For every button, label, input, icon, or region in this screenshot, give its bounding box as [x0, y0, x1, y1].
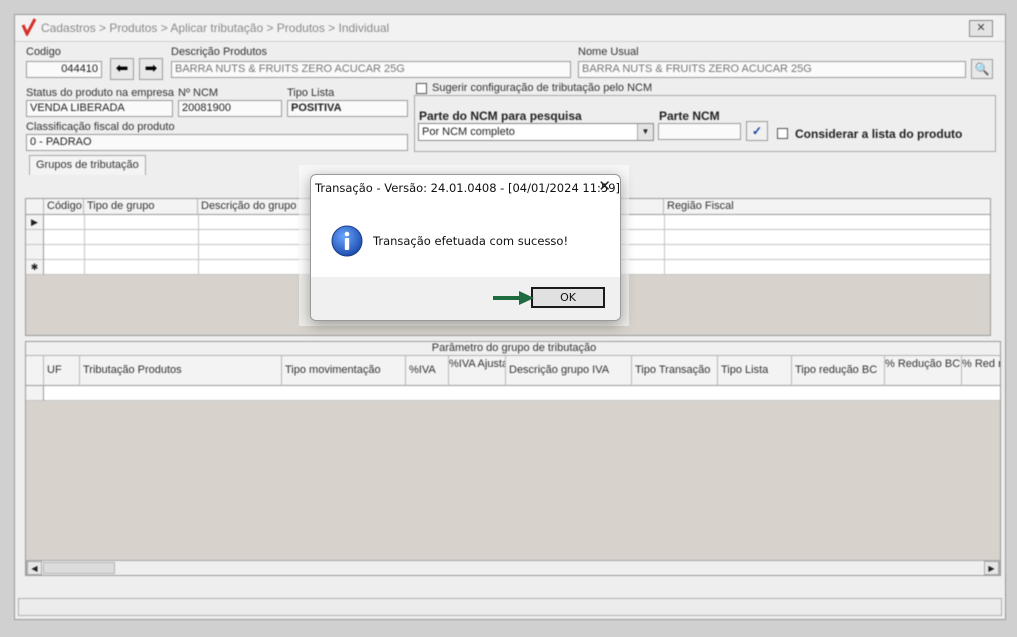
- considerar-checkbox[interactable]: [777, 128, 788, 139]
- dialog-close-icon[interactable]: ✕: [598, 179, 611, 195]
- scroll-thumb[interactable]: [43, 562, 115, 574]
- app-logo-icon: [21, 18, 37, 36]
- grid1-header-tipo[interactable]: Tipo de grupo: [84, 199, 198, 215]
- parte-ncm-field[interactable]: [658, 123, 741, 140]
- grid2-header-grupo-iva[interactable]: Descrição grupo IVA: [506, 356, 632, 386]
- ok-button[interactable]: OK: [531, 287, 605, 308]
- grid2-header-iva-ajustado[interactable]: %IVA Ajustado: [449, 356, 506, 386]
- info-icon: [331, 225, 363, 257]
- grid1-header-corner: [26, 199, 44, 215]
- grid2-header-row: UF Tributação Produtos Tipo movimentação…: [26, 356, 1000, 386]
- dialog-message: Transação efetuada com sucesso!: [373, 234, 569, 248]
- grid2-header-tipo-lista[interactable]: Tipo Lista: [718, 356, 792, 386]
- parte-pesquisa-value: Por NCM completo: [422, 126, 515, 138]
- grid2-header-reducao-nacional[interactable]: % Redução BC nacional: [885, 356, 962, 386]
- classificacao-label: Classificação fiscal do produto: [26, 121, 175, 133]
- row-indicator: [26, 230, 44, 245]
- column-divider: [198, 215, 199, 275]
- window-title: Cadastros > Produtos > Aplicar tributaçã…: [41, 21, 390, 35]
- grid2-header-tipo-reducao[interactable]: Tipo redução BC: [792, 356, 885, 386]
- magnifier-icon: 🔍: [974, 62, 990, 76]
- tipo-lista-label: Tipo Lista: [287, 87, 335, 99]
- grid2-header-movimentacao[interactable]: Tipo movimentação: [282, 356, 406, 386]
- tipo-lista-field[interactable]: POSITIVA: [287, 100, 408, 117]
- transaction-dialog: Transação - Versão: 24.01.0408 - [04/01/…: [310, 174, 621, 321]
- row-indicator: [26, 386, 44, 401]
- parte-ncm-label: Parte NCM: [659, 109, 720, 123]
- classificacao-field[interactable]: 0 - PADRAO: [26, 134, 408, 151]
- dialog-title: Transação - Versão: 24.01.0408 - [04/01/…: [315, 181, 621, 195]
- grid2-header-corner: [26, 356, 44, 386]
- window-close-button[interactable]: ✕: [969, 20, 993, 37]
- grid1-header-codigo[interactable]: Código: [44, 199, 84, 215]
- sugerir-checkbox[interactable]: [416, 83, 427, 94]
- grid1-header-regiao[interactable]: Região Fiscal: [664, 199, 990, 215]
- grid2-header-tipo-transacao[interactable]: Tipo Transação: [632, 356, 718, 386]
- arrow-right-icon: ➡: [144, 60, 158, 77]
- search-product-button[interactable]: 🔍: [971, 59, 993, 79]
- nome-usual-field[interactable]: BARRA NUTS & FRUITS ZERO ACUCAR 25G: [578, 61, 966, 78]
- ncm-field[interactable]: 20081900: [178, 100, 282, 117]
- grid2-header-iva[interactable]: %IVA: [406, 356, 449, 386]
- grid2-header-tributacao[interactable]: Tributação Produtos: [80, 356, 282, 386]
- dialog-footer: OK: [311, 277, 620, 320]
- grid2-header-red-nac[interactable]: % Red nac: [962, 356, 1000, 386]
- parametros-grid: Parâmetro do grupo de tributação UF Trib…: [25, 341, 1001, 576]
- table-row[interactable]: [26, 386, 1000, 401]
- checkmark-icon: ✓: [751, 124, 763, 138]
- row-indicator: [26, 245, 44, 260]
- grid2-header-uf[interactable]: UF: [44, 356, 80, 386]
- nome-usual-label: Nome Usual: [578, 46, 639, 58]
- parte-pesquisa-label: Parte do NCM para pesquisa: [419, 109, 582, 123]
- scroll-right-icon[interactable]: ▶: [984, 561, 999, 575]
- status-label: Status do produto na empresa: [26, 87, 174, 99]
- scroll-left-icon[interactable]: ◀: [27, 561, 42, 575]
- chevron-down-icon[interactable]: ▼: [637, 124, 653, 140]
- current-row-icon: ▶: [26, 215, 44, 230]
- codigo-label: Codigo: [26, 46, 61, 58]
- column-divider: [84, 215, 85, 275]
- ncm-label: Nº NCM: [178, 87, 219, 99]
- annotation-arrow-icon: [493, 291, 534, 305]
- parte-pesquisa-select[interactable]: Por NCM completo ▼: [418, 123, 654, 141]
- window-titlebar: Cadastros > Produtos > Aplicar tributaçã…: [15, 15, 1005, 42]
- tab-grupos-tributacao[interactable]: Grupos de tributação: [29, 155, 146, 175]
- horizontal-scrollbar[interactable]: ◀ ▶: [26, 560, 1000, 575]
- next-product-button[interactable]: ➡: [139, 58, 163, 80]
- sugerir-label: Sugerir configuração de tributação pelo …: [432, 82, 653, 94]
- new-row-icon: ✱: [26, 260, 44, 275]
- considerar-label: Considerar a lista do produto: [795, 127, 963, 141]
- grid2-caption: Parâmetro do grupo de tributação: [26, 342, 1000, 356]
- previous-product-button[interactable]: ⬅: [110, 58, 134, 80]
- status-bar: [18, 598, 1002, 616]
- descricao-field[interactable]: BARRA NUTS & FRUITS ZERO ACUCAR 25G: [171, 61, 571, 78]
- arrow-left-icon: ⬅: [115, 60, 129, 77]
- column-divider: [664, 215, 665, 275]
- status-field[interactable]: VENDA LIBERADA: [26, 100, 173, 117]
- apply-ncm-button[interactable]: ✓: [746, 121, 768, 141]
- descricao-label: Descrição Produtos: [171, 46, 267, 58]
- codigo-field[interactable]: 044410: [26, 61, 102, 78]
